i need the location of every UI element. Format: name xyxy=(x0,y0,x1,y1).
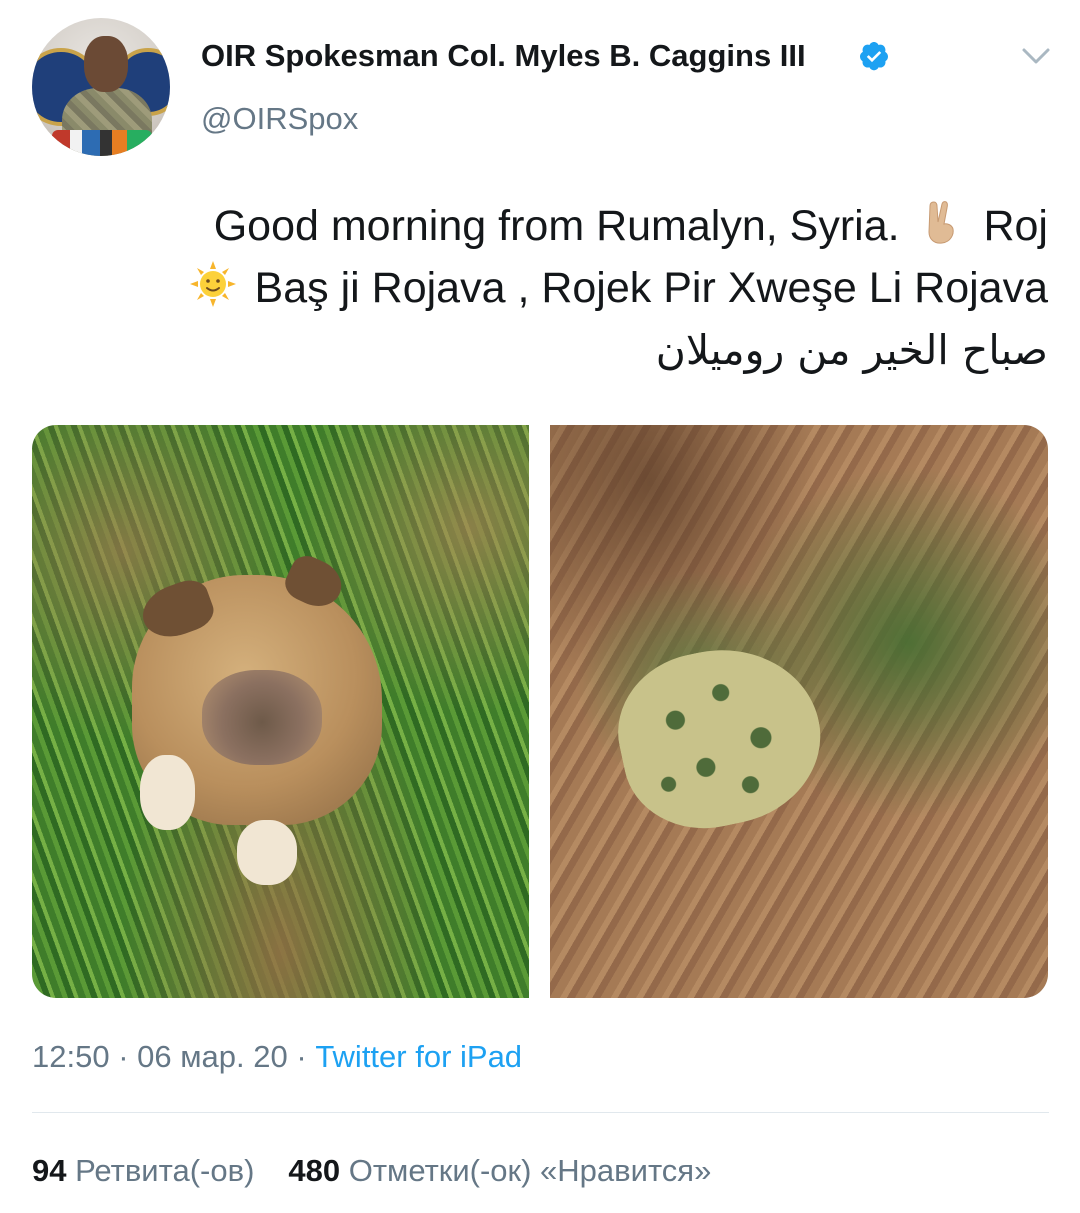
likes-count: 480 xyxy=(288,1153,341,1188)
puppy-face xyxy=(202,670,322,765)
tweet-text: Good morning from Rumalyn, Syria. Roj Ba… xyxy=(48,195,1048,381)
photo-puppy[interactable] xyxy=(32,425,529,998)
retweets-stat[interactable]: 94 Ретвита(-ов) xyxy=(32,1153,254,1188)
meta-separator: · xyxy=(109,1039,138,1074)
avatar-microphones xyxy=(52,130,152,156)
tweet-time: 12:50 xyxy=(32,1039,110,1074)
photo-toad[interactable] xyxy=(550,425,1048,998)
tweet-meta: 12:50 · 06 мар. 20 · Twitter for iPad xyxy=(32,1039,522,1075)
tweet-stats: 94 Ретвита(-ов) 480 Отметки(-ок) «Нравитс… xyxy=(32,1153,711,1189)
retweets-count: 94 xyxy=(32,1153,67,1188)
tweet-line-3-arabic: صباح الخير من روميلان xyxy=(655,326,1048,374)
avatar-head xyxy=(84,36,128,92)
toad-figure xyxy=(603,631,837,844)
author-display-name[interactable]: OIR Spokesman Col. Myles B. Caggins III xyxy=(201,38,806,74)
likes-label: Отметки(-ок) «Нравится» xyxy=(348,1153,712,1188)
tweet-date[interactable]: 06 мар. 20 xyxy=(137,1039,288,1074)
chevron-down-icon[interactable] xyxy=(1020,42,1052,70)
tweet-line-1-text: Good morning from Rumalyn, Syria. xyxy=(213,202,900,250)
tweet-line-2: Baş ji Rojava , Rojek Pir Xweşe Li Rojav… xyxy=(48,257,1048,319)
author-handle[interactable]: @OIRSpox xyxy=(201,101,358,137)
likes-stat[interactable]: 480 Отметки(-ок) «Нравится» xyxy=(288,1153,711,1188)
meta-separator: · xyxy=(287,1039,316,1074)
puppy-paw xyxy=(237,820,297,885)
avatar[interactable] xyxy=(32,18,170,156)
tweet-line-1-tail: Roj xyxy=(983,202,1048,250)
tweet-line-1: Good morning from Rumalyn, Syria. Roj xyxy=(48,195,1048,257)
retweets-label: Ретвита(-ов) xyxy=(75,1153,255,1188)
tweet-source-link[interactable]: Twitter for iPad xyxy=(315,1039,522,1074)
divider xyxy=(32,1112,1049,1113)
verified-badge-icon xyxy=(860,42,888,71)
tweet-line-2-text: Baş ji Rojava , Rojek Pir Xweşe Li Rojav… xyxy=(254,264,1048,312)
puppy-paw xyxy=(140,755,195,830)
sun-with-face-emoji-icon xyxy=(189,261,236,307)
victory-hand-emoji-icon xyxy=(928,201,954,244)
